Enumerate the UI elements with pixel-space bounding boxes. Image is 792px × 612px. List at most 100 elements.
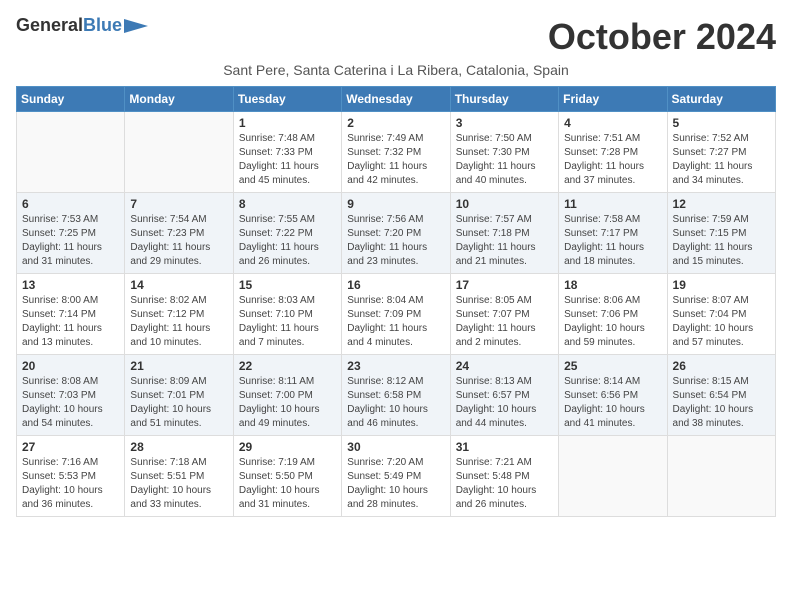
day-detail: Sunrise: 8:02 AMSunset: 7:12 PMDaylight:… [130, 294, 227, 350]
table-row: 9Sunrise: 7:56 AMSunset: 7:20 PMDaylight… [342, 193, 450, 274]
day-number: 8 [239, 197, 336, 211]
table-row: 15Sunrise: 8:03 AMSunset: 7:10 PMDayligh… [233, 274, 341, 355]
calendar-header-row: Sunday Monday Tuesday Wednesday Thursday… [17, 87, 776, 112]
daylight-text: Daylight: 10 hours and 38 minutes. [673, 403, 770, 431]
day-number: 7 [130, 197, 227, 211]
table-row: 5Sunrise: 7:52 AMSunset: 7:27 PMDaylight… [667, 112, 775, 193]
day-number: 3 [456, 116, 553, 130]
sunset-text: Sunset: 7:04 PM [673, 308, 770, 322]
sunset-text: Sunset: 7:14 PM [22, 308, 119, 322]
daylight-text: Daylight: 11 hours and 7 minutes. [239, 322, 336, 350]
sunrise-text: Sunrise: 8:03 AM [239, 294, 336, 308]
sunrise-text: Sunrise: 7:51 AM [564, 132, 661, 146]
table-row: 1Sunrise: 7:48 AMSunset: 7:33 PMDaylight… [233, 112, 341, 193]
sunset-text: Sunset: 7:03 PM [22, 389, 119, 403]
sunrise-text: Sunrise: 7:52 AM [673, 132, 770, 146]
sunrise-text: Sunrise: 8:12 AM [347, 375, 444, 389]
calendar-week-row: 1Sunrise: 7:48 AMSunset: 7:33 PMDaylight… [17, 112, 776, 193]
day-detail: Sunrise: 7:49 AMSunset: 7:32 PMDaylight:… [347, 132, 444, 188]
daylight-text: Daylight: 11 hours and 31 minutes. [22, 241, 119, 269]
month-title: October 2024 [548, 16, 776, 58]
sunrise-text: Sunrise: 8:15 AM [673, 375, 770, 389]
sunrise-text: Sunrise: 8:05 AM [456, 294, 553, 308]
sunrise-text: Sunrise: 8:02 AM [130, 294, 227, 308]
sunset-text: Sunset: 7:28 PM [564, 146, 661, 160]
daylight-text: Daylight: 10 hours and 54 minutes. [22, 403, 119, 431]
daylight-text: Daylight: 10 hours and 28 minutes. [347, 484, 444, 512]
day-number: 17 [456, 278, 553, 292]
day-detail: Sunrise: 7:57 AMSunset: 7:18 PMDaylight:… [456, 213, 553, 269]
day-number: 31 [456, 440, 553, 454]
table-row [667, 436, 775, 517]
sunset-text: Sunset: 6:56 PM [564, 389, 661, 403]
table-row: 20 Sunrise: 8:08 AMSunset: 7:03 PMDayligh… [17, 355, 125, 436]
day-number: 2 [347, 116, 444, 130]
day-number: 18 [564, 278, 661, 292]
sunset-text: Sunset: 7:25 PM [22, 227, 119, 241]
sunset-text: Sunset: 7:01 PM [130, 389, 227, 403]
day-detail: Sunrise: 7:19 AMSunset: 5:50 PMDaylight:… [239, 456, 336, 512]
daylight-text: Daylight: 10 hours and 41 minutes. [564, 403, 661, 431]
sunrise-text: Sunrise: 8:08 AM [22, 375, 119, 389]
daylight-text: Daylight: 11 hours and 42 minutes. [347, 160, 444, 188]
day-number: 6 [22, 197, 119, 211]
calendar-week-row: 6Sunrise: 7:53 AMSunset: 7:25 PMDaylight… [17, 193, 776, 274]
day-number: 29 [239, 440, 336, 454]
table-row: 12Sunrise: 7:59 AMSunset: 7:15 PMDayligh… [667, 193, 775, 274]
sunset-text: Sunset: 5:50 PM [239, 470, 336, 484]
sunset-text: Sunset: 7:17 PM [564, 227, 661, 241]
day-number: 20 [22, 359, 119, 373]
table-row: 18Sunrise: 8:06 AMSunset: 7:06 PMDayligh… [559, 274, 667, 355]
daylight-text: Daylight: 11 hours and 26 minutes. [239, 241, 336, 269]
day-number: 4 [564, 116, 661, 130]
daylight-text: Daylight: 11 hours and 21 minutes. [456, 241, 553, 269]
day-detail: Sunrise: 8:09 AMSunset: 7:01 PMDaylight:… [130, 375, 227, 431]
table-row: 21Sunrise: 8:09 AMSunset: 7:01 PMDayligh… [125, 355, 233, 436]
day-number: 19 [673, 278, 770, 292]
table-row: 4 Sunrise: 7:51 AMSunset: 7:28 PMDaylight… [559, 112, 667, 193]
daylight-text: Daylight: 11 hours and 40 minutes. [456, 160, 553, 188]
location-subtitle: Sant Pere, Santa Caterina i La Ribera, C… [16, 62, 776, 78]
sunset-text: Sunset: 7:22 PM [239, 227, 336, 241]
daylight-text: Daylight: 11 hours and 2 minutes. [456, 322, 553, 350]
day-detail: Sunrise: 7:54 AMSunset: 7:23 PMDaylight:… [130, 213, 227, 269]
sunrise-text: Sunrise: 7:59 AM [673, 213, 770, 227]
table-row: 8 Sunrise: 7:55 AMSunset: 7:22 PMDaylight… [233, 193, 341, 274]
day-detail: Sunrise: 7:51 AMSunset: 7:28 PMDaylight:… [564, 132, 661, 188]
day-detail: Sunrise: 7:55 AMSunset: 7:22 PMDaylight:… [239, 213, 336, 269]
day-detail: Sunrise: 8:03 AMSunset: 7:10 PMDaylight:… [239, 294, 336, 350]
table-row: 10Sunrise: 7:57 AMSunset: 7:18 PMDayligh… [450, 193, 558, 274]
daylight-text: Daylight: 11 hours and 45 minutes. [239, 160, 336, 188]
daylight-text: Daylight: 11 hours and 34 minutes. [673, 160, 770, 188]
table-row: 28Sunrise: 7:18 AMSunset: 5:51 PMDayligh… [125, 436, 233, 517]
sunrise-text: Sunrise: 7:58 AM [564, 213, 661, 227]
table-row: 19 Sunrise: 8:07 AMSunset: 7:04 PMDayligh… [667, 274, 775, 355]
sunrise-text: Sunrise: 8:07 AM [673, 294, 770, 308]
day-detail: Sunrise: 8:00 AMSunset: 7:14 PMDaylight:… [22, 294, 119, 350]
sunrise-text: Sunrise: 8:13 AM [456, 375, 553, 389]
daylight-text: Daylight: 10 hours and 49 minutes. [239, 403, 336, 431]
sunrise-text: Sunrise: 7:21 AM [456, 456, 553, 470]
col-wednesday: Wednesday [342, 87, 450, 112]
daylight-text: Daylight: 10 hours and 33 minutes. [130, 484, 227, 512]
table-row: 24Sunrise: 8:13 AMSunset: 6:57 PMDayligh… [450, 355, 558, 436]
table-row: 23Sunrise: 8:12 AMSunset: 6:58 PMDayligh… [342, 355, 450, 436]
day-detail: Sunrise: 8:07 AMSunset: 7:04 PMDaylight:… [673, 294, 770, 350]
sunrise-text: Sunrise: 7:53 AM [22, 213, 119, 227]
daylight-text: Daylight: 10 hours and 57 minutes. [673, 322, 770, 350]
day-detail: Sunrise: 8:04 AMSunset: 7:09 PMDaylight:… [347, 294, 444, 350]
day-detail: Sunrise: 7:52 AMSunset: 7:27 PMDaylight:… [673, 132, 770, 188]
table-row [17, 112, 125, 193]
daylight-text: Daylight: 11 hours and 37 minutes. [564, 160, 661, 188]
sunset-text: Sunset: 7:20 PM [347, 227, 444, 241]
page-header: GeneralBlue October 2024 [16, 16, 776, 58]
day-detail: Sunrise: 7:21 AMSunset: 5:48 PMDaylight:… [456, 456, 553, 512]
day-number: 24 [456, 359, 553, 373]
table-row: 14Sunrise: 8:02 AMSunset: 7:12 PMDayligh… [125, 274, 233, 355]
table-row: 6 Sunrise: 7:53 AMSunset: 7:25 PMDaylight… [17, 193, 125, 274]
table-row: 29 Sunrise: 7:19 AMSunset: 5:50 PMDayligh… [233, 436, 341, 517]
day-number: 13 [22, 278, 119, 292]
logo: GeneralBlue [16, 16, 148, 36]
daylight-text: Daylight: 11 hours and 29 minutes. [130, 241, 227, 269]
daylight-text: Daylight: 10 hours and 51 minutes. [130, 403, 227, 431]
